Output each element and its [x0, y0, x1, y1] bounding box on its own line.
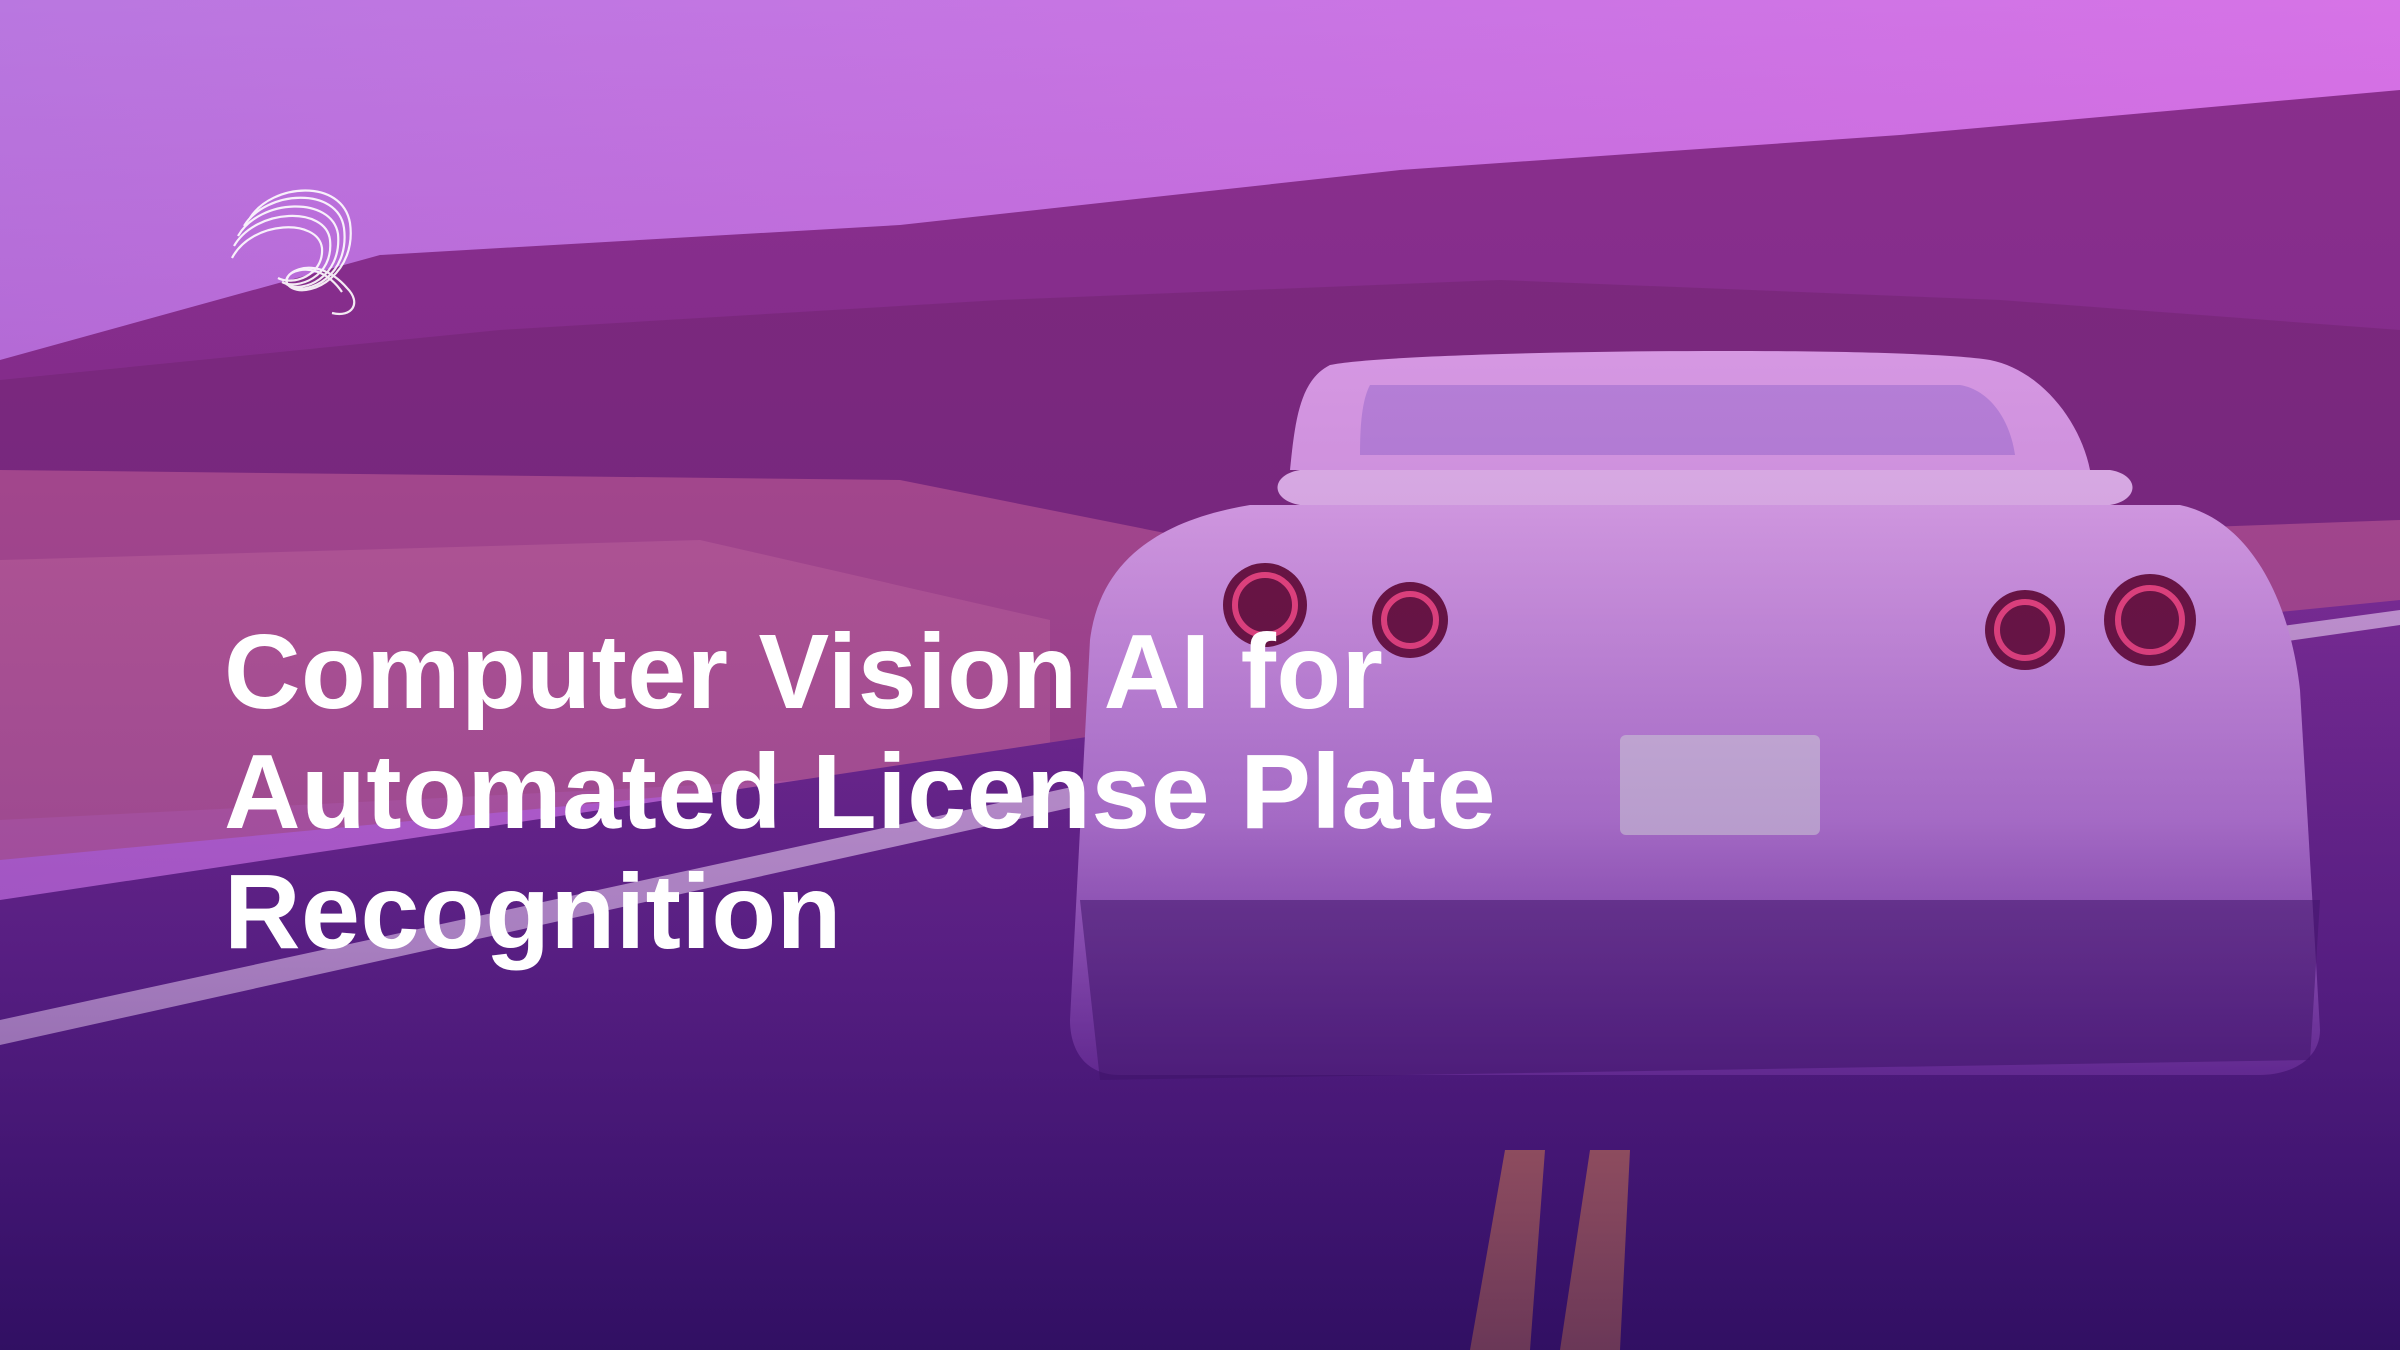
title-line-3: Recognition: [224, 853, 842, 971]
title-line-2: Automated License Plate: [224, 733, 1497, 851]
title-line-1: Computer Vision AI for: [224, 613, 1384, 731]
ribbon-loop-logo-icon: [231, 189, 356, 316]
hero-banner: Computer Vision AI for Automated License…: [0, 0, 2400, 1350]
page-title: Computer Vision AI for Automated License…: [224, 612, 1924, 972]
